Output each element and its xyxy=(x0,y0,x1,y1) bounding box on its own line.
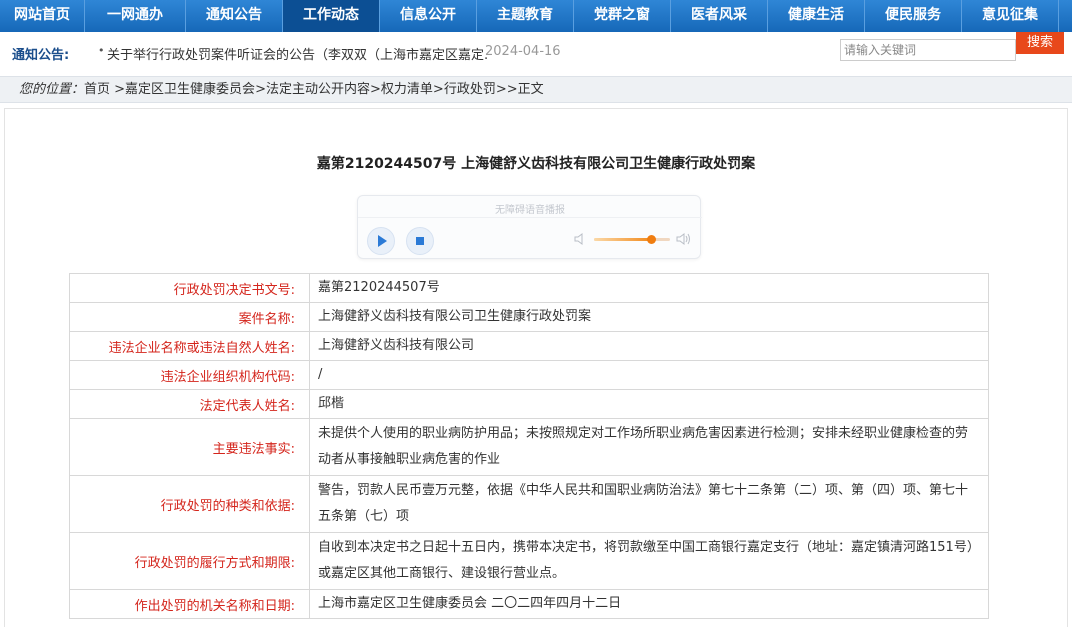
table-row: 行政处罚的履行方式和期限: 自收到本决定书之日起十五日内，携带本决定书，将罚款缴… xyxy=(69,532,989,590)
breadcrumb-admin-penalty[interactable]: 行政处罚 xyxy=(444,82,496,97)
nav-item-one-stop[interactable]: 一网通办 xyxy=(85,0,186,32)
play-button[interactable] xyxy=(367,227,395,255)
table-row: 违法企业名称或违法自然人姓名: 上海健舒义齿科技有限公司 xyxy=(69,331,989,361)
breadcrumb-power-list[interactable]: 权力清单 xyxy=(381,82,433,97)
row-value: / xyxy=(309,360,989,390)
row-value: 嘉第2120244507号 xyxy=(309,273,989,303)
breadcrumb-separator: > xyxy=(255,82,266,97)
nav-item-info-public[interactable]: 信息公开 xyxy=(380,0,477,32)
table-row: 行政处罚的种类和依据: 警告，罚款人民币壹万元整，依据《中华人民共和国职业病防治… xyxy=(69,475,989,533)
volume-slider[interactable] xyxy=(594,235,670,244)
row-value: 上海市嘉定区卫生健康委员会 二〇二四年四月十二日 xyxy=(309,589,989,619)
nav-item-theme-education[interactable]: 主题教育 xyxy=(477,0,574,32)
table-row: 作出处罚的机关名称和日期: 上海市嘉定区卫生健康委员会 二〇二四年四月十二日 xyxy=(69,589,989,619)
top-nav: 网站首页 一网通办 通知公告 工作动态 信息公开 主题教育 党群之窗 医者风采 健康生活 便民服务… xyxy=(0,0,1072,32)
nav-item-doctor-profiles[interactable]: 医者风采 xyxy=(671,0,768,32)
volume-fill xyxy=(594,238,651,241)
volume-low-icon[interactable] xyxy=(573,232,587,246)
nav-item-party-window[interactable]: 党群之窗 xyxy=(574,0,671,32)
row-label: 行政处罚决定书文号: xyxy=(69,273,310,303)
row-label: 违法企业名称或违法自然人姓名: xyxy=(69,331,310,361)
table-row: 违法企业组织机构代码: / xyxy=(69,360,989,390)
nav-item-work-news[interactable]: 工作动态 xyxy=(283,0,380,32)
table-row: 主要违法事实: 未提供个人使用的职业病防护用品；未按照规定对工作场所职业病危害因… xyxy=(69,418,989,476)
row-value: 警告，罚款人民币壹万元整，依据《中华人民共和国职业病防治法》第七十二条第（二）项… xyxy=(309,475,989,533)
row-value: 上海健舒义齿科技有限公司卫生健康行政处罚案 xyxy=(309,302,989,332)
breadcrumb-current: 正文 xyxy=(517,82,544,97)
notice-label: 通知公告: xyxy=(12,48,70,63)
row-label: 主要违法事实: xyxy=(69,418,310,476)
breadcrumb-separator: >> xyxy=(495,82,518,97)
nav-item-feedback[interactable]: 意见征集 xyxy=(962,0,1059,32)
player-label: 无障碍语音播报 xyxy=(495,205,565,216)
row-value: 上海健舒义齿科技有限公司 xyxy=(309,331,989,361)
play-icon xyxy=(378,235,387,247)
table-row: 案件名称: 上海健舒义齿科技有限公司卫生健康行政处罚案 xyxy=(69,302,989,332)
breadcrumb-home[interactable]: 首页 xyxy=(84,82,110,97)
row-label: 作出处罚的机关名称和日期: xyxy=(69,589,310,619)
player-divider xyxy=(358,217,702,218)
volume-handle[interactable] xyxy=(647,235,656,244)
notice-link[interactable]: 关于举行行政处罚案件听证会的公告（李双双（上海市嘉定区嘉定... xyxy=(107,44,487,63)
stop-icon xyxy=(416,237,424,245)
search-input[interactable] xyxy=(840,39,1016,61)
row-value: 自收到本决定书之日起十五日内，携带本决定书，将罚款缴至中国工商银行嘉定支行（地址… xyxy=(309,532,989,590)
nav-item-citizen-services[interactable]: 便民服务 xyxy=(865,0,962,32)
row-label: 行政处罚的履行方式和期限: xyxy=(69,532,310,590)
nav-item-healthy-life[interactable]: 健康生活 xyxy=(768,0,865,32)
penalty-info-table: 行政处罚决定书文号: 嘉第2120244507号 案件名称: 上海健舒义齿科技有… xyxy=(69,273,989,619)
volume-high-icon[interactable] xyxy=(676,232,692,246)
nav-item-notices[interactable]: 通知公告 xyxy=(186,0,283,32)
row-label: 案件名称: xyxy=(69,302,310,332)
table-row: 行政处罚决定书文号: 嘉第2120244507号 xyxy=(69,273,989,303)
breadcrumb: 您的位置： 首页 >嘉定区卫生健康委员会>法定主动公开内容>权力清单>行政处罚>… xyxy=(0,76,1072,103)
notice-bar: 通知公告: • 关于举行行政处罚案件听证会的公告（李双双（上海市嘉定区嘉定...… xyxy=(0,32,1072,72)
search-button[interactable]: 搜索 xyxy=(1016,32,1064,54)
row-label: 违法企业组织机构代码: xyxy=(69,360,310,390)
nav-item-home[interactable]: 网站首页 xyxy=(0,0,85,32)
stop-button[interactable] xyxy=(406,227,434,255)
breadcrumb-separator: > xyxy=(110,82,126,97)
row-label: 行政处罚的种类和依据: xyxy=(69,475,310,533)
notice-date: 2024-04-16 xyxy=(485,44,561,59)
notice-bullet: • xyxy=(98,44,105,57)
breadcrumb-separator: > xyxy=(369,82,381,97)
table-row: 法定代表人姓名: 邱楷 xyxy=(69,389,989,419)
breadcrumb-health-commission[interactable]: 嘉定区卫生健康委员会 xyxy=(125,82,255,97)
breadcrumb-public-content[interactable]: 法定主动公开内容 xyxy=(266,82,370,97)
page-title: 嘉第2120244507号 上海健舒义齿科技有限公司卫生健康行政处罚案 xyxy=(316,156,756,172)
row-label: 法定代表人姓名: xyxy=(69,389,310,419)
row-value: 邱楷 xyxy=(309,389,989,419)
row-value: 未提供个人使用的职业病防护用品；未按照规定对工作场所职业病危害因素进行检测；安排… xyxy=(309,418,989,476)
breadcrumb-path: 首页 >嘉定区卫生健康委员会>法定主动公开内容>权力清单>行政处罚>>正文 xyxy=(84,77,544,102)
breadcrumb-separator: > xyxy=(432,82,444,97)
breadcrumb-label: 您的位置： xyxy=(19,82,85,97)
